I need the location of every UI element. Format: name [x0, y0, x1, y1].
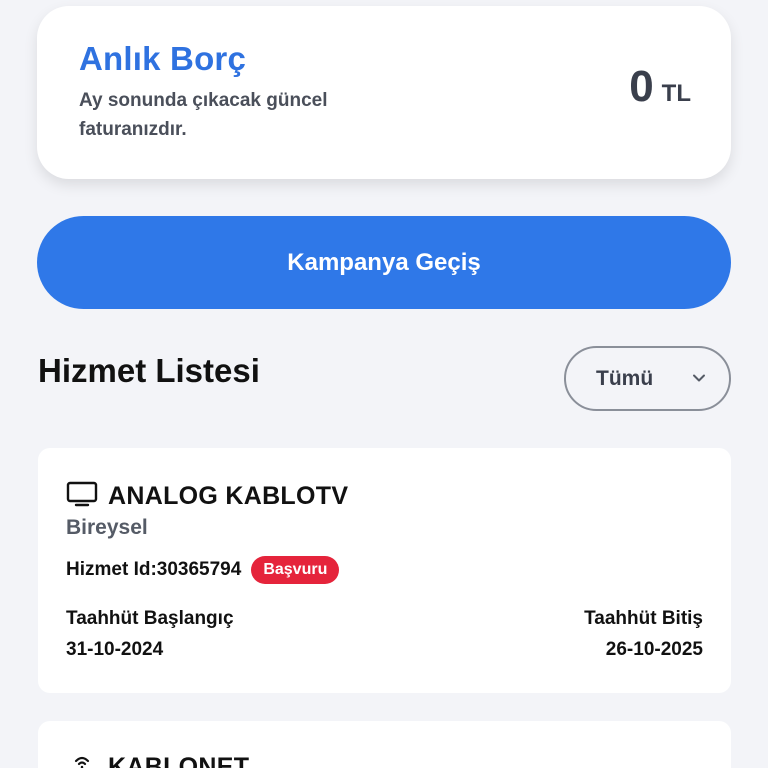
service-header: ANALOG KABLOTV	[66, 480, 348, 513]
service-name: ANALOG KABLOTV	[108, 482, 349, 510]
commitment-end-label: Taahhüt Bitiş	[584, 608, 703, 629]
chevron-down-icon	[691, 370, 707, 391]
debt-amount: 0 TL	[629, 62, 691, 112]
tv-icon	[66, 480, 98, 513]
service-list-title: Hizmet Listesi	[38, 352, 260, 389]
current-debt-card: Anlık Borç Ay sonunda çıkacak güncel fat…	[37, 6, 731, 179]
commitment-end-date: 26-10-2025	[605, 639, 703, 660]
commitment-start: Taahhüt Başlangıç 31-10-2024	[66, 608, 234, 661]
debt-title: Anlık Borç	[79, 40, 247, 77]
service-card[interactable]: ANALOG KABLOTV Bireysel Hizmet Id:303657…	[38, 448, 731, 693]
service-filter-dropdown[interactable]: Tümü	[564, 346, 731, 411]
debt-description: Ay sonunda çıkacak güncel faturanızdır.	[79, 90, 328, 140]
filter-selected-value: Tümü	[596, 366, 654, 390]
debt-amount-value: 0	[629, 62, 654, 111]
wifi-icon	[66, 751, 98, 768]
campaign-switch-button[interactable]: Kampanya Geçiş	[37, 216, 731, 309]
service-type: Bireysel	[66, 516, 148, 539]
service-card[interactable]: KABLONET	[38, 721, 731, 768]
service-id: Hizmet Id:30365794	[66, 559, 242, 580]
commitment-end: Taahhüt Bitiş 26-10-2025	[584, 608, 703, 661]
debt-amount-currency: TL	[661, 80, 691, 107]
service-id-row: Hizmet Id:30365794 Başvuru	[66, 556, 340, 584]
commitment-start-date: 31-10-2024	[66, 639, 164, 660]
page: Anlık Borç Ay sonunda çıkacak güncel fat…	[0, 0, 768, 768]
commitment-start-label: Taahhüt Başlangıç	[66, 608, 234, 629]
service-header: KABLONET	[66, 751, 249, 768]
service-name: KABLONET	[108, 753, 250, 768]
status-badge: Başvuru	[251, 556, 340, 584]
